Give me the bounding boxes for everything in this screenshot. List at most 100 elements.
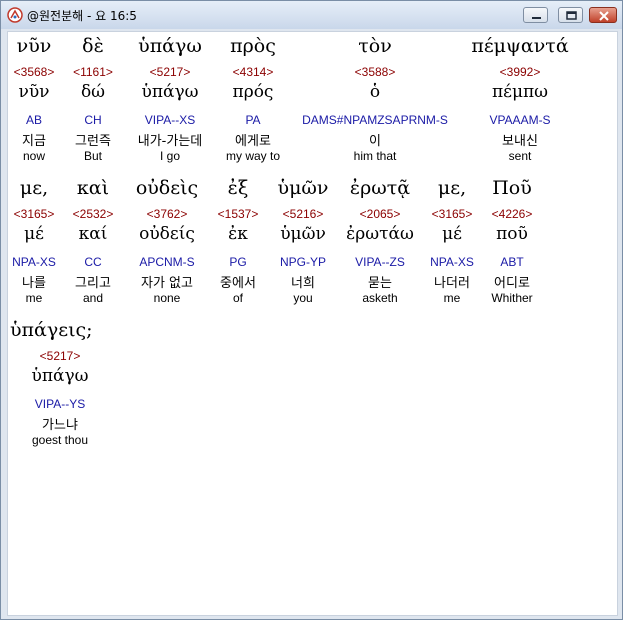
- lemma: ἐρωτάω: [346, 224, 414, 244]
- word-unit[interactable]: με, <3165> μέ NPA-XS 나더러 me: [424, 174, 480, 314]
- greek-word: οὐδεὶς: [135, 177, 199, 199]
- greek-word: ὑπάγεις;: [10, 319, 93, 341]
- lemma: ποῦ: [496, 224, 528, 244]
- window-title: @원전분해 - 요 16:5: [27, 9, 137, 23]
- greek-word: Ποῦ: [492, 177, 532, 199]
- korean-gloss: 그리고: [75, 276, 111, 291]
- english-gloss: you: [293, 291, 313, 305]
- korean-gloss: 지금: [22, 134, 46, 149]
- word-unit[interactable]: με, <3165> μέ NPA-XS 나를 me: [8, 174, 60, 314]
- strong-number: <4226>: [491, 207, 533, 221]
- strong-number: <4314>: [232, 65, 274, 79]
- parsing-code: VPAAAM-S: [489, 113, 551, 127]
- greek-word: πέμψαντά: [471, 35, 569, 57]
- strong-number: <1537>: [217, 207, 259, 221]
- word-unit[interactable]: ὑπάγω <5217> ὑπάγω VIPA--XS 내가-가는데 I go: [130, 32, 210, 172]
- parsing-code: CH: [84, 113, 102, 127]
- english-gloss: none: [153, 291, 181, 305]
- english-gloss: sent: [508, 149, 532, 163]
- maximize-button[interactable]: [558, 7, 583, 23]
- english-gloss: I go: [159, 149, 181, 163]
- greek-word: καὶ: [76, 177, 110, 199]
- greek-word: νῦν: [16, 35, 52, 57]
- word-unit[interactable]: δὲ <1161> δώ CH 그런즉 But: [66, 32, 120, 172]
- strong-number: <5217>: [39, 349, 81, 363]
- greek-word: με,: [19, 177, 49, 199]
- lemma: ὁ: [369, 82, 381, 102]
- greek-word: ἐξ: [227, 177, 249, 199]
- close-button[interactable]: [589, 7, 617, 23]
- strong-number: <5217>: [149, 65, 191, 79]
- parsing-code: NPA-XS: [430, 255, 474, 269]
- english-gloss: goest thou: [31, 433, 89, 447]
- title-bar[interactable]: @원전분해 - 요 16:5: [1, 1, 622, 29]
- english-gloss: me: [25, 291, 43, 305]
- parsing-code: VIPA--YS: [34, 397, 86, 411]
- lemma: ὑμῶν: [280, 224, 326, 244]
- lemma: πρός: [232, 82, 274, 102]
- lemma: ὑπάγω: [141, 82, 199, 102]
- word-unit[interactable]: οὐδεὶς <3762> οὐδείς APCNM-S 자가 없고 none: [126, 174, 208, 314]
- lemma: οὐδείς: [139, 224, 195, 244]
- korean-gloss: 자가 없고: [141, 276, 193, 291]
- korean-gloss: 보내신: [502, 134, 538, 149]
- lemma: ὑπάγω: [31, 366, 89, 386]
- korean-gloss: 이: [369, 134, 381, 149]
- lemma: μέ: [442, 224, 462, 244]
- parsing-code: NPA-XS: [12, 255, 56, 269]
- word-unit[interactable]: ὑπάγεις; <5217> ὑπάγω VIPA--YS 가느냐 goest…: [8, 316, 112, 456]
- strong-number: <5216>: [282, 207, 324, 221]
- app-window: @원전분해 - 요 16:5 νῦν <3568> νῦν AB 지금 now …: [0, 0, 623, 620]
- korean-gloss: 묻는: [368, 276, 392, 291]
- english-gloss: of: [232, 291, 244, 305]
- strong-number: <3568>: [13, 65, 55, 79]
- word-unit[interactable]: Ποῦ <4226> ποῦ ABT 어디로 Whither: [482, 174, 542, 314]
- lemma: δώ: [80, 82, 106, 102]
- strong-number: <3588>: [354, 65, 396, 79]
- greek-word: πρὸς: [230, 35, 276, 57]
- maximize-icon: [566, 11, 577, 20]
- strong-number: <3165>: [431, 207, 473, 221]
- strong-number: <3762>: [146, 207, 188, 221]
- greek-word: με,: [437, 177, 467, 199]
- parsing-code: PG: [229, 255, 247, 269]
- korean-gloss: 나더러: [434, 276, 470, 291]
- english-gloss: my way to: [225, 149, 281, 163]
- parsing-code: NPG-YP: [279, 255, 327, 269]
- word-unit[interactable]: ἐρωτᾷ <2065> ἐρωτάω VIPA--ZS 묻는 asketh: [342, 174, 418, 314]
- parsing-code: CC: [84, 255, 102, 269]
- word-unit[interactable]: νῦν <3568> νῦν AB 지금 now: [8, 32, 60, 172]
- word-unit[interactable]: πέμψαντά <3992> πέμπω VPAAAM-S 보내신 sent: [470, 32, 570, 172]
- parsing-code: PA: [245, 113, 261, 127]
- word-unit[interactable]: ὑμῶν <5216> ὑμῶν NPG-YP 너희 you: [270, 174, 336, 314]
- strong-number: <2065>: [359, 207, 401, 221]
- parsing-code: AB: [25, 113, 43, 127]
- word-unit[interactable]: τὸν <3588> ὁ DAMS#NPAMZSAPRNM-S 이 him th…: [296, 32, 454, 172]
- strong-number: <1161>: [73, 65, 113, 79]
- word-unit[interactable]: καὶ <2532> καί CC 그리고 and: [66, 174, 120, 314]
- greek-word: δὲ: [82, 35, 104, 57]
- english-gloss: But: [83, 149, 103, 163]
- korean-gloss: 나를: [22, 276, 46, 291]
- lemma: ἐκ: [228, 224, 248, 244]
- app-icon: [7, 7, 23, 23]
- lemma: μέ: [24, 224, 44, 244]
- interlinear-panel[interactable]: νῦν <3568> νῦν AB 지금 now δὲ <1161> δώ CH…: [7, 31, 618, 616]
- parsing-code: ABT: [500, 255, 524, 269]
- strong-number: <3165>: [13, 207, 55, 221]
- lemma: καί: [78, 224, 108, 244]
- korean-gloss: 에게로: [235, 134, 271, 149]
- minimize-button[interactable]: [523, 7, 548, 23]
- parsing-code: VIPA--XS: [144, 113, 196, 127]
- korean-gloss: 가느냐: [42, 418, 78, 433]
- parsing-code: DAMS#NPAMZSAPRNM-S: [302, 113, 448, 127]
- strong-number: <2532>: [72, 207, 114, 221]
- korean-gloss: 그런즉: [75, 134, 111, 149]
- greek-word: ὑπάγω: [138, 35, 202, 57]
- greek-word: τὸν: [358, 35, 392, 57]
- word-unit[interactable]: πρὸς <4314> πρός PA 에게로 my way to: [220, 32, 286, 172]
- lemma: πέμπω: [491, 82, 549, 102]
- english-gloss: now: [22, 149, 46, 163]
- greek-word: ὑμῶν: [277, 177, 329, 199]
- word-unit[interactable]: ἐξ <1537> ἐκ PG 중에서 of: [212, 174, 264, 314]
